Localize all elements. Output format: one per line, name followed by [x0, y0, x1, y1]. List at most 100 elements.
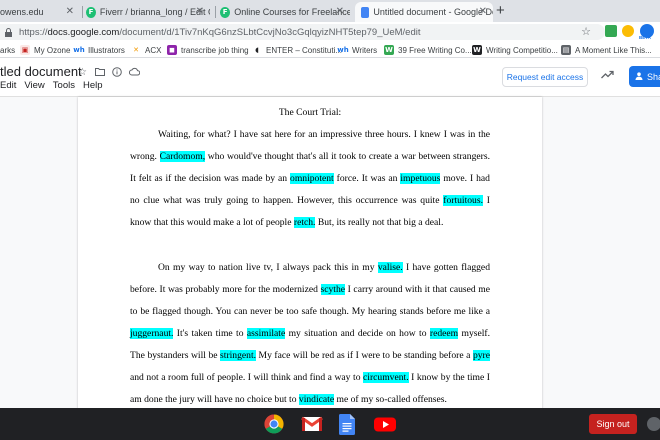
bookmark-item[interactable]: wh Writers: [337, 43, 377, 57]
tab-label: Fiverr / brianna_long / Edit Gig: [99, 7, 210, 17]
bookmark-item[interactable]: ✕ ACX: [131, 43, 161, 57]
wh-icon: wh: [73, 46, 85, 54]
bookmark-item[interactable]: W 39 Free Writing Co...: [384, 43, 472, 57]
menu-help[interactable]: Help: [83, 80, 103, 91]
youtube-icon[interactable]: [374, 414, 396, 434]
tab-label: Untitled document - Google Doc: [373, 7, 493, 17]
highlighted-word: omnipotent: [290, 173, 334, 185]
bookmark-item[interactable]: W Writing Competitio...: [472, 43, 558, 57]
bookmark-item[interactable]: wh Illustrators: [73, 43, 125, 57]
document-heading: The Court Trial:: [278, 107, 342, 118]
bookmark-item[interactable]: ▤ A Moment Like This...: [561, 43, 652, 57]
text-run: and not a room full of people. I will th…: [130, 372, 364, 384]
url-path: /document/d/1Tiv7nKqG6nzSLbtCcvjNo3cGqlq…: [119, 26, 421, 38]
highlighted-word: vindicate: [298, 394, 335, 406]
new-tab-icon[interactable]: +: [496, 2, 505, 19]
bookmark-item[interactable]: arks: [0, 43, 15, 57]
docs-icon[interactable]: [339, 414, 355, 435]
highlighted-word: scythe: [320, 283, 346, 295]
fiverr-icon: F: [220, 6, 231, 18]
bookmark-label: ENTER – Constituti...: [266, 45, 343, 55]
highlighted-word: fortuitous.: [443, 195, 483, 207]
menu-edit[interactable]: Edit: [0, 80, 16, 91]
request-edit-access-button[interactable]: Request edit access: [502, 67, 588, 87]
document-body: The Court Trial: Waiting, for what? I ha…: [130, 102, 490, 409]
share-label: Sha: [647, 71, 660, 82]
bookmark-item[interactable]: ◖ ENTER – Constituti...: [252, 43, 342, 57]
bookmark-item[interactable]: ▣ My Ozone: [20, 43, 70, 57]
document-title[interactable]: tled document: [0, 64, 82, 79]
profile-beta-icon[interactable]: BETA: [639, 24, 654, 40]
extension-icon[interactable]: [622, 25, 634, 37]
docs-header: tled document ☆ Edit View Tools Help Req…: [0, 58, 660, 96]
ozone-icon: ▣: [20, 45, 30, 55]
text-run: me of my so-called offenses.: [334, 394, 447, 406]
lock-icon: [4, 27, 13, 37]
bookmark-star-icon[interactable]: ☆: [581, 25, 591, 38]
highlighted-word: retch.: [293, 217, 316, 229]
highlighted-word: valise.: [377, 261, 403, 273]
bookmark-label: My Ozone: [34, 45, 71, 55]
moment-icon: ▤: [561, 45, 571, 55]
tab-online-courses[interactable]: F Online Courses for Freelancers ✕: [220, 2, 350, 22]
tab-separator: [82, 6, 83, 18]
sign-out-button[interactable]: Sign out: [589, 414, 637, 434]
bookmarks-bar: arks ▣ My Ozone wh Illustrators ✕ ACX ◼ tran…: [0, 42, 660, 58]
person-add-icon: [635, 71, 643, 82]
tab-label: Online Courses for Freelancers: [234, 7, 350, 17]
bookmark-label: Writing Competitio...: [486, 45, 558, 55]
chrome-icon[interactable]: [264, 414, 284, 434]
menu-bar: Edit View Tools Help: [0, 80, 111, 91]
tab-separator: [215, 6, 216, 18]
google-docs-icon: [361, 6, 370, 18]
address-bar-row: https://docs.google.com/document/d/1Tiv7…: [0, 22, 660, 42]
highlighted-word: stringent.: [220, 349, 257, 361]
activity-trend-icon[interactable]: [601, 68, 614, 82]
text-run: my situation and decide on how to: [285, 327, 430, 339]
info-icon[interactable]: [112, 67, 122, 80]
text-run: But, its really not that big a deal.: [315, 217, 444, 229]
highlighted-word: pyre: [472, 349, 490, 361]
close-tab-icon[interactable]: ✕: [336, 6, 344, 17]
highlighted-word: circumvent.: [363, 372, 409, 384]
tab-label: owens.edu: [0, 7, 44, 17]
tab-untitled-document[interactable]: Untitled document - Google Doc ✕: [355, 2, 493, 22]
paragraph: On my way to nation live tv, I always pa…: [130, 257, 490, 409]
document-page[interactable]: The Court Trial: Waiting, for what? I ha…: [78, 97, 542, 409]
gmail-icon[interactable]: [301, 414, 323, 434]
omnibox[interactable]: https://docs.google.com/document/d/1Tiv7…: [0, 24, 605, 40]
fiverr-icon: F: [86, 6, 96, 18]
tab-owens[interactable]: owens.edu ✕: [0, 2, 80, 22]
highlighted-word: Cardomom,: [159, 151, 206, 163]
account-avatar[interactable]: [647, 417, 660, 431]
highlighted-word: assimilate: [246, 327, 286, 339]
highlighted-word: juggernaut.: [130, 327, 174, 339]
highlighted-word: redeem: [429, 327, 459, 339]
tab-fiverr[interactable]: F Fiverr / brianna_long / Edit Gig ✕: [86, 2, 210, 22]
enter-icon: ◖: [255, 46, 259, 54]
menu-tools[interactable]: Tools: [53, 80, 75, 91]
text-run: My face will be red as if I were to be s…: [256, 349, 473, 361]
star-icon[interactable]: ☆: [78, 67, 87, 78]
bookmark-label: 39 Free Writing Co...: [398, 45, 472, 55]
highlighted-word: impetuous: [400, 173, 441, 185]
w-icon: W: [472, 45, 482, 55]
close-tab-icon[interactable]: ✕: [66, 6, 74, 17]
close-tab-icon[interactable]: ✕: [479, 6, 487, 17]
extension-icon[interactable]: [605, 25, 617, 37]
bookmark-item[interactable]: ◼ transcribe job thing: [167, 43, 249, 57]
move-folder-icon[interactable]: [95, 67, 105, 79]
text-run: It's taken time to: [173, 327, 247, 339]
transcribe-icon: ◼: [167, 45, 177, 55]
url-text: https://docs.google.com/document/d/1Tiv7…: [19, 27, 421, 38]
paragraph: Waiting, for what? I have sat here for a…: [130, 124, 490, 234]
text-run: On my way to nation live tv, I always pa…: [158, 261, 378, 273]
menu-view[interactable]: View: [24, 80, 44, 91]
bookmark-label: transcribe job thing: [181, 45, 249, 55]
beta-badge: BETA: [639, 35, 651, 40]
wh-icon: wh: [337, 46, 349, 54]
url-scheme: https://: [19, 26, 48, 38]
share-button[interactable]: Sha: [629, 66, 660, 87]
tab-strip: owens.edu ✕ F Fiverr / brianna_long / Ed…: [0, 0, 660, 22]
close-tab-icon[interactable]: ✕: [196, 6, 204, 17]
